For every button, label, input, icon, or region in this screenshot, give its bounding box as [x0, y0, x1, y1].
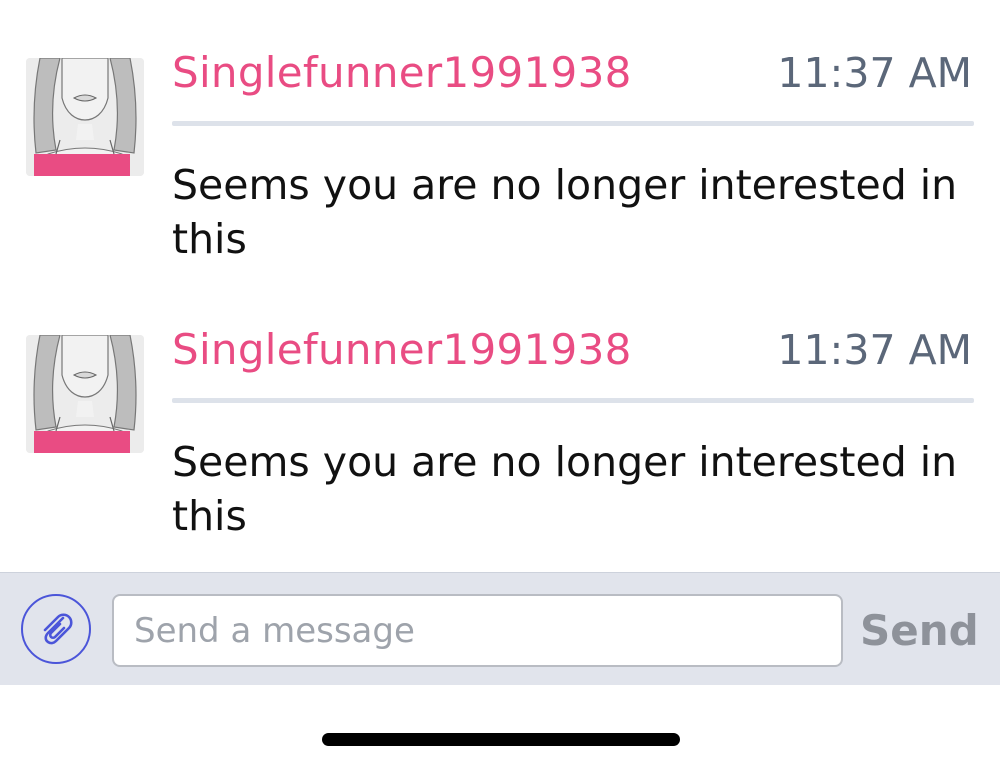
header-divider — [172, 398, 974, 403]
message-timestamp: 11:37 AM — [777, 326, 972, 374]
sender-name[interactable]: Singlefunner1991938 — [172, 327, 632, 373]
message-header: Singlefunner1991938 11:37 AM — [172, 50, 974, 126]
sender-name[interactable]: Singlefunner1991938 — [172, 50, 632, 96]
message-input[interactable] — [112, 594, 843, 667]
message-composer: Send — [0, 572, 1000, 685]
message-timestamp: 11:37 AM — [777, 49, 972, 97]
chat-screen: Singlefunner1991938 11:37 AM Seems you a… — [0, 0, 1000, 764]
female-avatar-icon — [26, 335, 144, 453]
message-text: Seems you are no longer interested in th… — [172, 161, 958, 263]
sender-avatar[interactable] — [26, 335, 144, 453]
message-text: Seems you are no longer interested in th… — [172, 438, 958, 540]
attach-button[interactable] — [21, 594, 91, 664]
sender-avatar[interactable] — [26, 58, 144, 176]
header-divider — [172, 121, 974, 126]
send-button[interactable]: Send — [860, 599, 979, 661]
paperclip-icon — [43, 613, 73, 645]
home-indicator — [322, 733, 680, 746]
female-avatar-icon — [26, 58, 144, 176]
message-header: Singlefunner1991938 11:37 AM — [172, 327, 974, 403]
